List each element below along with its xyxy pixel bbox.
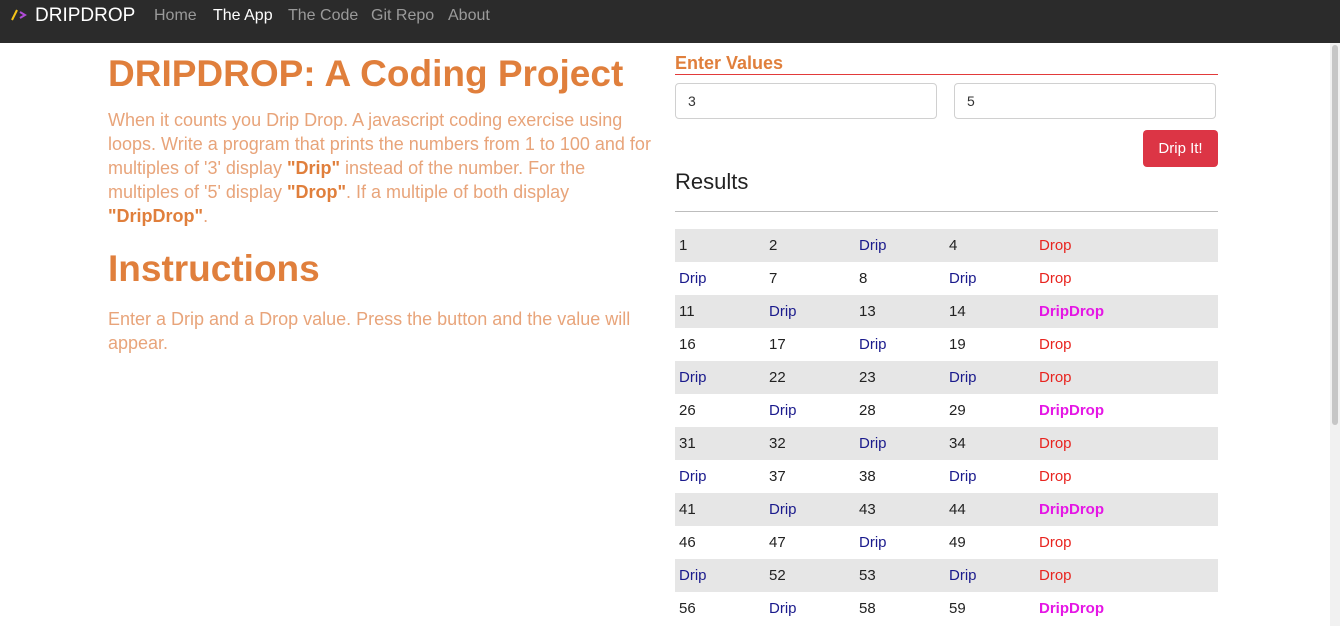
nav-home[interactable]: Home	[154, 7, 197, 25]
result-cell: 38	[855, 460, 945, 493]
result-cell: 47	[765, 526, 855, 559]
result-cell: 1	[675, 229, 765, 262]
result-cell: 19	[945, 328, 1035, 361]
nav-git-repo[interactable]: Git Repo	[371, 7, 434, 25]
result-cell: Drop	[1035, 229, 1218, 262]
result-cell: 53	[855, 559, 945, 592]
result-cell: 26	[675, 394, 765, 427]
result-cell: 14	[945, 295, 1035, 328]
result-cell: 4	[945, 229, 1035, 262]
result-cell: DripDrop	[1035, 295, 1218, 328]
drop-value-input[interactable]	[954, 83, 1216, 119]
drip-value-input[interactable]	[675, 83, 937, 119]
instructions-title: Instructions	[108, 248, 320, 289]
result-cell: 49	[945, 526, 1035, 559]
result-cell: Drop	[1035, 559, 1218, 592]
result-cell: 32	[765, 427, 855, 460]
result-cell: 58	[855, 592, 945, 625]
results-divider	[675, 211, 1218, 212]
result-cell: DripDrop	[1035, 493, 1218, 526]
result-cell: 29	[945, 394, 1035, 427]
navbar: DRIPDROP Home The App The Code Git Repo …	[0, 0, 1340, 43]
result-cell: 13	[855, 295, 945, 328]
result-cell: 44	[945, 493, 1035, 526]
table-row: 16 17 Drip 19 Drop	[675, 328, 1218, 361]
table-row: 31 32 Drip 34 Drop	[675, 427, 1218, 460]
result-cell: DripDrop	[1035, 592, 1218, 625]
result-cell: Drip	[675, 361, 765, 394]
intro-dripdrop: "DripDrop"	[108, 206, 204, 226]
result-cell: 46	[675, 526, 765, 559]
table-row: 56 Drip 58 59 DripDrop	[675, 592, 1218, 625]
result-cell: Drip	[945, 460, 1035, 493]
result-cell: Drip	[765, 493, 855, 526]
table-row: 26 Drip 28 29 DripDrop	[675, 394, 1218, 427]
results-table: 1 2 Drip 4 Drop Drip 7 8 Drip Drop 11 Drip 13 14 DripD…	[675, 229, 1218, 625]
table-row: Drip 7 8 Drip Drop	[675, 262, 1218, 295]
result-cell: 34	[945, 427, 1035, 460]
result-cell: Drop	[1035, 262, 1218, 295]
result-cell: 8	[855, 262, 945, 295]
result-cell: Drop	[1035, 328, 1218, 361]
result-cell: 23	[855, 361, 945, 394]
result-cell: 43	[855, 493, 945, 526]
result-cell: DripDrop	[1035, 394, 1218, 427]
results-body: 1 2 Drip 4 Drop Drip 7 8 Drip Drop 11 Drip 13 14 DripD…	[675, 229, 1218, 625]
result-cell: Drip	[675, 559, 765, 592]
result-cell: Drip	[945, 262, 1035, 295]
result-cell: Drip	[765, 295, 855, 328]
drip-it-button[interactable]: Drip It!	[1143, 130, 1218, 167]
result-cell: 16	[675, 328, 765, 361]
result-cell: Drop	[1035, 361, 1218, 394]
intro-drop: "Drop"	[286, 182, 347, 202]
nav-the-code[interactable]: The Code	[288, 7, 358, 25]
result-cell: Drip	[765, 394, 855, 427]
intro-text: When it counts you Drip Drop. A javascri…	[108, 108, 656, 228]
table-row: 41 Drip 43 44 DripDrop	[675, 493, 1218, 526]
nav-the-app[interactable]: The App	[213, 7, 273, 25]
table-row: 1 2 Drip 4 Drop	[675, 229, 1218, 262]
result-cell: Drop	[1035, 526, 1218, 559]
result-cell: Drop	[1035, 427, 1218, 460]
table-row: Drip 37 38 Drip Drop	[675, 460, 1218, 493]
table-row: Drip 22 23 Drip Drop	[675, 361, 1218, 394]
result-cell: Drip	[855, 526, 945, 559]
results-title: Results	[675, 169, 749, 194]
result-cell: Drip	[855, 427, 945, 460]
result-cell: 22	[765, 361, 855, 394]
result-cell: Drip	[675, 460, 765, 493]
page-title: DRIPDROP: A Coding Project	[108, 53, 624, 94]
table-row: Drip 52 53 Drip Drop	[675, 559, 1218, 592]
code-logo-icon	[11, 9, 27, 21]
scrollbar-thumb[interactable]	[1332, 45, 1338, 425]
result-cell: Drip	[855, 229, 945, 262]
nav-about[interactable]: About	[448, 7, 490, 25]
brand-name: DRIPDROP	[35, 5, 136, 26]
instructions-text: Enter a Drip and a Drop value. Press the…	[108, 309, 631, 353]
result-cell: 28	[855, 394, 945, 427]
result-cell: Drip	[945, 361, 1035, 394]
result-cell: 2	[765, 229, 855, 262]
result-cell: 59	[945, 592, 1035, 625]
intro-part: .	[203, 206, 209, 226]
result-cell: 31	[675, 427, 765, 460]
result-cell: 7	[765, 262, 855, 295]
result-cell: Drip	[765, 592, 855, 625]
table-row: 46 47 Drip 49 Drop	[675, 526, 1218, 559]
intro-drip: "Drip"	[286, 158, 341, 178]
result-cell: 17	[765, 328, 855, 361]
result-cell: 52	[765, 559, 855, 592]
result-cell: Drip	[675, 262, 765, 295]
result-cell: 56	[675, 592, 765, 625]
table-row: 11 Drip 13 14 DripDrop	[675, 295, 1218, 328]
result-cell: 11	[675, 295, 765, 328]
enter-values-title: Enter Values	[675, 53, 1218, 75]
result-cell: Drip	[855, 328, 945, 361]
result-cell: Drop	[1035, 460, 1218, 493]
result-cell: 41	[675, 493, 765, 526]
result-cell: Drip	[945, 559, 1035, 592]
result-cell: 37	[765, 460, 855, 493]
intro-part: . If a multiple of both display	[346, 182, 570, 202]
